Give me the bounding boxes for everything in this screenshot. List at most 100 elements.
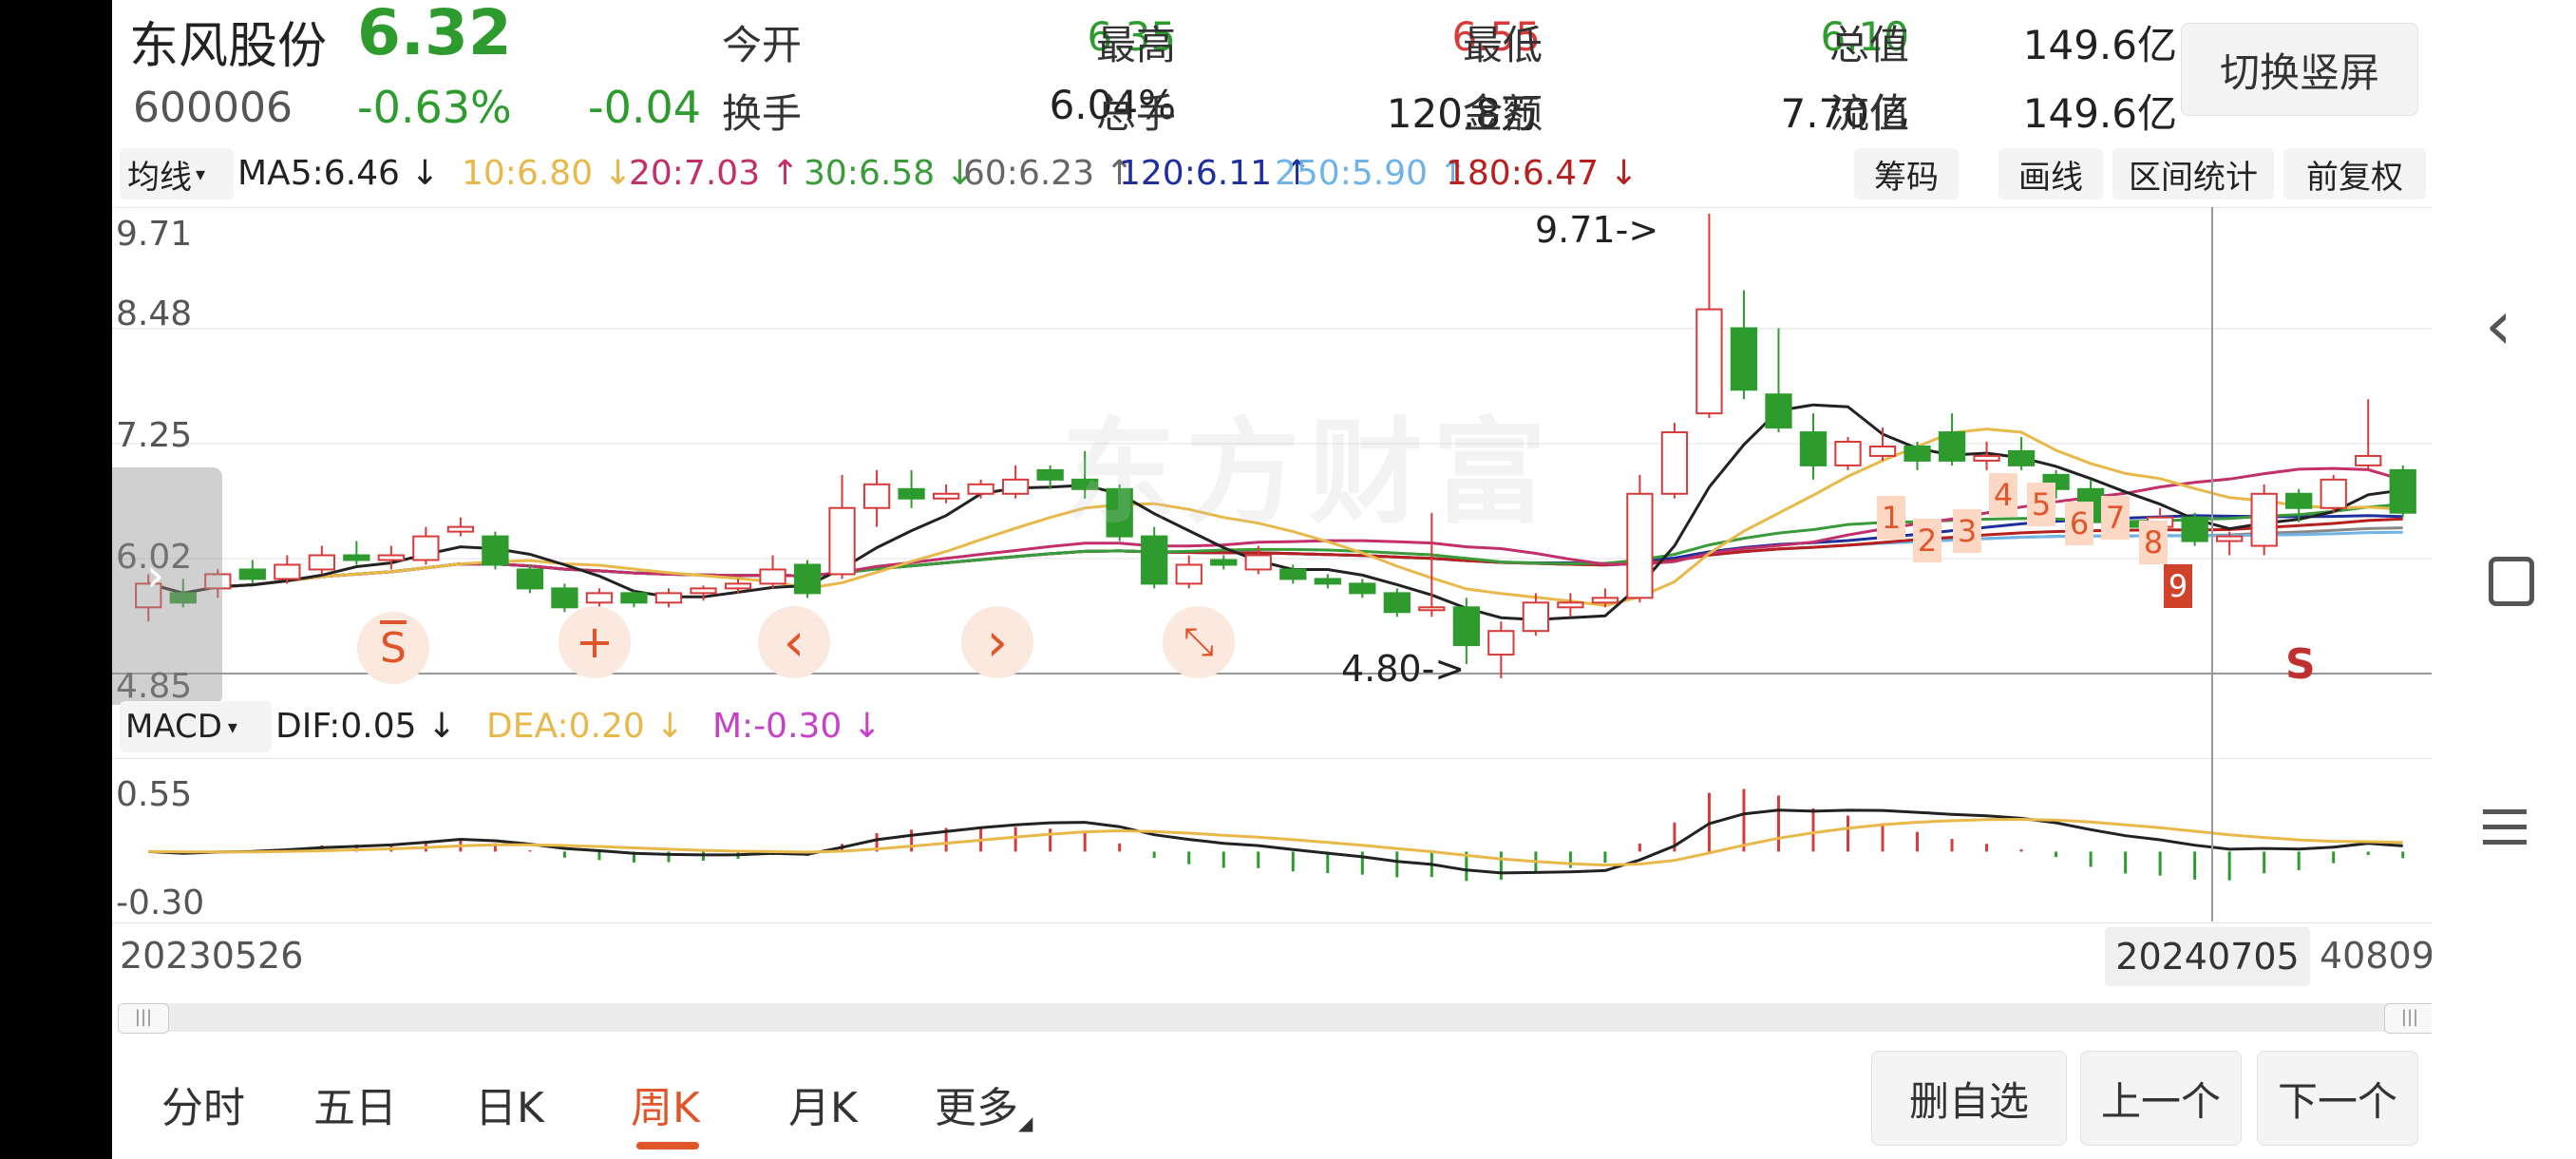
recents-icon[interactable] xyxy=(2483,809,2527,845)
candle xyxy=(308,545,335,575)
candle xyxy=(2320,474,2347,513)
macd-dif: DIF:0.05 ↓ xyxy=(275,707,456,746)
home-icon[interactable] xyxy=(2489,557,2534,606)
macd-m-value: M:-0.30 xyxy=(712,707,843,746)
range-handle-right[interactable]: ||| xyxy=(2384,1003,2432,1034)
range-stats-tool-button[interactable]: 区间统计 xyxy=(2112,148,2274,200)
prev-icon[interactable]: ‹ xyxy=(758,606,830,678)
dea-line xyxy=(148,817,2403,867)
open-label: 今开 xyxy=(722,22,803,68)
candle xyxy=(516,564,544,594)
float-label: 流值 xyxy=(1829,90,1910,137)
candle xyxy=(1383,588,1411,618)
strategy-s-icon[interactable]: S xyxy=(357,612,429,684)
candle xyxy=(2355,399,2382,470)
watermark: 东方财富 xyxy=(1062,408,1556,540)
forward-adjust-tool-button[interactable]: 前复权 xyxy=(2283,148,2426,200)
ma-item: 10:6.80 ↓ xyxy=(462,154,633,193)
previous-stock-button[interactable]: 上一个 xyxy=(2080,1051,2242,1146)
next-stock-button[interactable]: 下一个 xyxy=(2257,1051,2418,1146)
tab-more[interactable]: 更多◢ xyxy=(935,1074,1032,1134)
candle xyxy=(1973,442,2000,470)
candle xyxy=(862,469,891,527)
collapse-icon[interactable]: ⤡ xyxy=(1163,606,1235,678)
candle xyxy=(343,541,370,565)
macd-dea-value: DEA:0.20 xyxy=(486,707,645,746)
dropdown-icon: ▾ xyxy=(227,715,237,738)
candle xyxy=(446,517,475,537)
side-drawer-handle[interactable]: › xyxy=(112,467,222,705)
macd-svg xyxy=(148,788,2405,882)
min-price-marker: 4.80-> xyxy=(1341,648,1466,690)
macd-tick-min: -0.30 xyxy=(116,884,205,922)
tab-weekly-k[interactable]: 周K xyxy=(631,1074,700,1134)
candle xyxy=(482,531,509,570)
candle xyxy=(1938,413,1966,466)
candle xyxy=(1001,465,1030,499)
range-handle-left[interactable]: ||| xyxy=(118,1003,169,1034)
chips-tool-button[interactable]: 筹码 xyxy=(1854,148,1959,200)
macd-selector[interactable]: MACD ▾ xyxy=(120,701,272,752)
candle xyxy=(1799,413,1828,480)
tab-daily-k[interactable]: 日K xyxy=(475,1074,544,1134)
candle xyxy=(377,545,406,570)
mktcap-label: 总值 xyxy=(1829,22,1910,68)
candle xyxy=(2389,465,2416,518)
change-pct: -0.63% xyxy=(357,82,512,133)
candle xyxy=(2007,437,2036,470)
macd-selector-label: MACD xyxy=(125,708,222,746)
signal-number: 4 xyxy=(1989,473,2017,517)
candle xyxy=(620,591,648,608)
ma-item: 250:5.90 ↑ xyxy=(1275,154,1468,193)
remove-watchlist-button[interactable]: 删自选 xyxy=(1871,1051,2067,1146)
candle xyxy=(1175,555,1203,589)
next-icon[interactable]: › xyxy=(961,606,1033,678)
ma-bar: 均线 ▾ MA5:6.46 ↓ 10:6.80 ↓ 20:7.03 ↑ 30:6.58… xyxy=(120,146,2432,201)
signal-number: 1 xyxy=(1877,496,1905,540)
signal-number: 3 xyxy=(1953,509,1981,553)
ma-item: MA5:6.46 ↓ xyxy=(237,154,440,193)
ma-item: 30:6.58 ↓ xyxy=(804,154,975,193)
macd-chart[interactable] xyxy=(112,758,2432,923)
ma-item: 60:6.23 ↑ xyxy=(963,154,1134,193)
candle xyxy=(932,484,960,504)
dropdown-icon: ▾ xyxy=(196,162,206,185)
date-start: 20230526 xyxy=(120,935,304,977)
range-scrollbar[interactable]: ||| ||| xyxy=(118,1003,2432,1034)
next-glyph: › xyxy=(986,611,1009,674)
system-nav-bar: ‹ xyxy=(2432,0,2576,1159)
macd-dif-value: DIF:0.05 xyxy=(275,707,417,746)
candle xyxy=(1834,437,1862,470)
candle xyxy=(1765,328,1792,433)
ma-item: 180:6.47 ↓ xyxy=(1446,154,1638,193)
candle xyxy=(1487,621,1515,678)
tab-monthly-k[interactable]: 月K xyxy=(788,1074,858,1134)
amount-label: 金额 xyxy=(1463,90,1544,137)
turnover-label: 换手 xyxy=(722,90,803,137)
signal-number: 2 xyxy=(1913,519,1941,562)
candle xyxy=(1904,442,1931,470)
tab-five-day[interactable]: 五日 xyxy=(313,1074,397,1134)
candle xyxy=(1314,574,1341,589)
mktcap-value: 149.6亿 xyxy=(2022,22,2177,68)
back-icon[interactable]: ‹ xyxy=(2485,285,2512,365)
active-tab-indicator xyxy=(636,1142,699,1150)
dropdown-corner-icon: ◢ xyxy=(1018,1112,1033,1134)
draw-line-tool-button[interactable]: 画线 xyxy=(1998,148,2103,200)
ma-selector-label: 均线 xyxy=(127,158,192,197)
candle xyxy=(828,474,856,580)
y-tick-2: 8.48 xyxy=(116,294,193,333)
strategy-s-glyph: S xyxy=(380,623,407,673)
candle xyxy=(1730,290,1758,400)
macd-m: M:-0.30 ↓ xyxy=(712,707,881,746)
switch-portrait-button[interactable]: 切换竖屏 xyxy=(2181,23,2418,116)
sell-marker: S xyxy=(2285,640,2316,689)
signal-number: 9 xyxy=(2164,564,2192,608)
ma-selector[interactable]: 均线 ▾ xyxy=(120,148,234,200)
candle xyxy=(967,479,994,499)
collapse-glyph: ⤡ xyxy=(1184,620,1214,664)
add-icon[interactable]: + xyxy=(559,606,631,678)
high-label: 最高 xyxy=(1096,22,1177,68)
candle xyxy=(2250,484,2278,556)
tab-intraday[interactable]: 分时 xyxy=(161,1074,245,1134)
